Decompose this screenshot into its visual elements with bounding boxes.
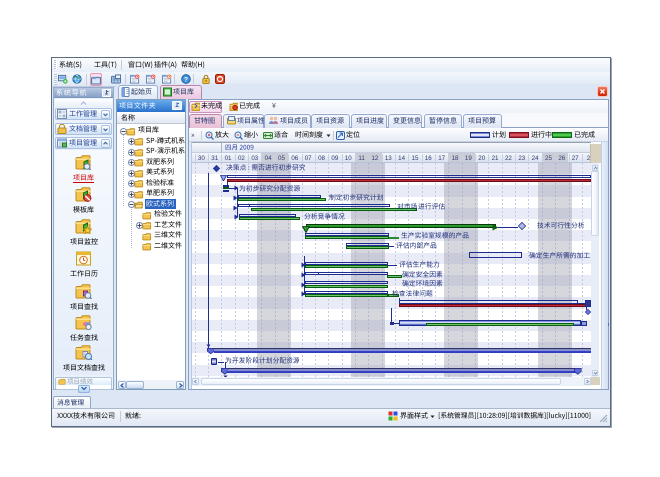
svg-text:?: ? <box>183 76 187 83</box>
